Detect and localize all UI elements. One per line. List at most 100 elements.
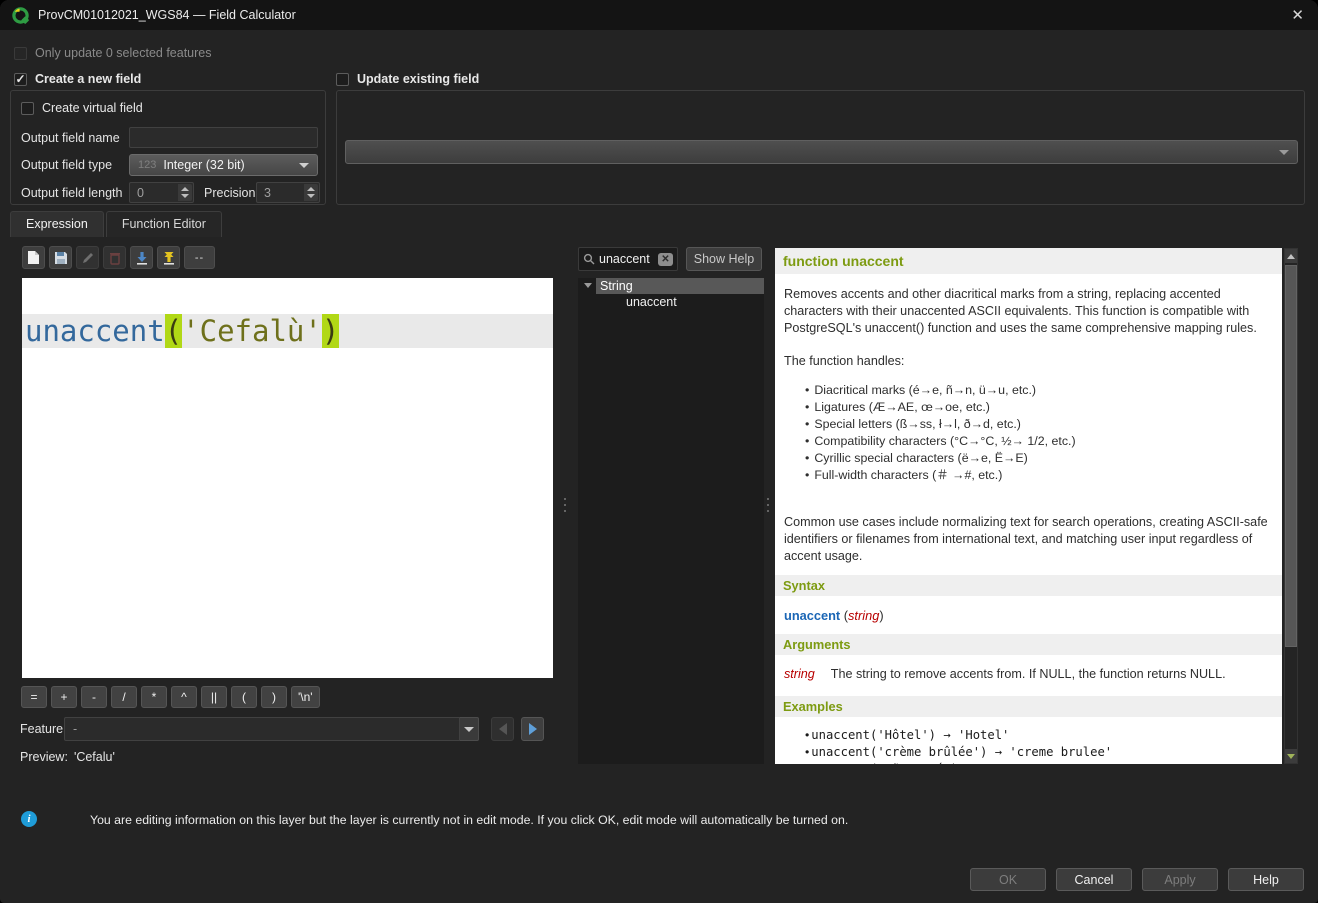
output-length-label: Output field length xyxy=(21,186,129,200)
search-icon xyxy=(583,253,595,265)
scroll-down-button[interactable] xyxy=(1285,749,1297,763)
function-group-string[interactable]: String xyxy=(578,278,764,294)
create-new-field-checkbox[interactable]: ✓ xyxy=(14,73,27,86)
create-new-field-label: Create a new field xyxy=(35,72,141,86)
update-existing-groupbox xyxy=(336,90,1305,205)
list-item: Special letters (ß→ss, ł→l, ð→d, etc.) xyxy=(805,416,1282,433)
spinner-arrows-icon[interactable] xyxy=(178,184,192,201)
update-existing-label: Update existing field xyxy=(357,72,479,86)
arrow-left-icon xyxy=(499,723,507,735)
scroll-up-button[interactable] xyxy=(1285,249,1297,263)
op-close-paren-button[interactable]: ) xyxy=(261,686,287,708)
op-divide-button[interactable]: / xyxy=(111,686,137,708)
delete-expression-button[interactable] xyxy=(103,246,126,269)
help-scrollbar[interactable] xyxy=(1284,248,1298,764)
feature-dropdown-button[interactable] xyxy=(460,717,479,741)
function-tree: String unaccent xyxy=(578,278,764,764)
op-concat-button[interactable]: || xyxy=(201,686,227,708)
precision-value: 3 xyxy=(264,186,271,200)
function-search-input[interactable]: unaccent ✕ xyxy=(578,247,678,271)
op-power-button[interactable]: ^ xyxy=(171,686,197,708)
save-expression-button[interactable] xyxy=(49,246,72,269)
create-virtual-row: Create virtual field xyxy=(21,101,143,115)
output-name-row: Output field name xyxy=(21,127,318,148)
clear-search-icon[interactable]: ✕ xyxy=(658,253,673,266)
list-item: Compatibility characters (°C→°C, ½→ 1/2,… xyxy=(805,433,1282,450)
edit-expression-button[interactable] xyxy=(76,246,99,269)
help-button[interactable]: Help xyxy=(1228,868,1304,891)
chevron-down-icon xyxy=(1279,150,1289,155)
spinner-arrows-icon[interactable] xyxy=(304,184,318,201)
output-type-row: Output field type 123 Integer (32 bit) xyxy=(21,154,318,176)
check-icon: ✓ xyxy=(15,74,25,84)
precision-spinner[interactable]: 3 xyxy=(256,182,320,203)
expression-code-line: unaccent('Cefalù') xyxy=(22,314,553,348)
close-icon[interactable]: ✕ xyxy=(1291,6,1304,24)
ok-button[interactable]: OK xyxy=(970,868,1046,891)
op-multiply-button[interactable]: * xyxy=(141,686,167,708)
tab-expression[interactable]: Expression xyxy=(10,211,104,237)
only-update-checkbox[interactable] xyxy=(14,47,27,60)
search-value: unaccent xyxy=(599,252,654,266)
create-new-field-row: ✓ Create a new field xyxy=(14,72,141,86)
trash-icon xyxy=(109,251,121,265)
op-plus-button[interactable]: + xyxy=(51,686,77,708)
next-feature-button[interactable] xyxy=(521,717,544,741)
arrow-right-icon xyxy=(529,723,537,735)
cancel-button[interactable]: Cancel xyxy=(1056,868,1132,891)
info-icon: i xyxy=(21,811,37,827)
help-paragraph: Removes accents and other diacritical ma… xyxy=(784,286,1273,337)
splitter-handle[interactable] xyxy=(765,492,770,518)
update-existing-row: Update existing field xyxy=(336,72,479,86)
dialog-buttons: OK Cancel Apply Help xyxy=(970,868,1304,891)
syntax-function: unaccent xyxy=(784,608,840,623)
new-file-icon xyxy=(27,250,40,265)
splitter-handle[interactable] xyxy=(562,492,567,518)
output-type-value: Integer (32 bit) xyxy=(163,158,244,172)
previous-feature-button[interactable] xyxy=(491,717,514,741)
syntax-header: Syntax xyxy=(775,575,1282,596)
create-virtual-checkbox[interactable] xyxy=(21,102,34,115)
arguments-header: Arguments xyxy=(775,634,1282,655)
op-minus-button[interactable]: - xyxy=(81,686,107,708)
help-paragraph: Common use cases include normalizing tex… xyxy=(784,514,1273,565)
operator-buttons: = + - / * ^ || ( ) '\n' xyxy=(21,686,320,708)
arrow-up-icon xyxy=(162,251,176,265)
output-type-label: Output field type xyxy=(21,158,129,172)
syntax-line: unaccent (string) xyxy=(784,608,1273,623)
expression-extra-button[interactable]: -- xyxy=(184,246,215,269)
op-open-paren-button[interactable]: ( xyxy=(231,686,257,708)
expression-toolbar: -- xyxy=(22,246,215,269)
output-type-combobox[interactable]: 123 Integer (32 bit) xyxy=(129,154,318,176)
op-newline-button[interactable]: '\n' xyxy=(291,686,320,708)
preview-row: Preview: 'Cefalu' xyxy=(20,750,115,764)
output-name-input[interactable] xyxy=(129,127,318,148)
function-item-unaccent[interactable]: unaccent xyxy=(578,294,764,310)
list-item: unaccent('crème brûlée') → 'creme brulee… xyxy=(805,744,1282,761)
existing-field-combobox[interactable] xyxy=(345,140,1298,164)
help-title: function unaccent xyxy=(775,248,1282,274)
examples-list: unaccent('Hôtel') → 'Hotel' unaccent('cr… xyxy=(805,727,1282,764)
new-expression-button[interactable] xyxy=(22,246,45,269)
feature-combobox[interactable]: - xyxy=(64,717,460,741)
show-help-button[interactable]: Show Help xyxy=(686,247,762,271)
list-item: Full-width characters (＃ →#, etc.) xyxy=(805,467,1282,484)
output-length-spinner[interactable]: 0 xyxy=(129,182,194,203)
list-item: unaccent('Hôtel') → 'Hotel' xyxy=(805,727,1282,744)
argument-name: string xyxy=(784,667,815,681)
export-expression-button[interactable] xyxy=(157,246,180,269)
update-existing-checkbox[interactable] xyxy=(336,73,349,86)
title-bar: ProvCM01012021_WGS84 — Field Calculator xyxy=(0,0,1318,30)
chevron-down-icon xyxy=(299,163,309,168)
expression-close-paren: ) xyxy=(322,314,339,348)
chevron-expanded-icon[interactable] xyxy=(584,283,592,288)
precision-label: Precision xyxy=(204,186,256,200)
list-item: Diacritical marks (é→e, ñ→n, ü→u, etc.) xyxy=(805,382,1282,399)
output-length-value: 0 xyxy=(137,186,144,200)
import-expression-button[interactable] xyxy=(130,246,153,269)
tab-function-editor[interactable]: Function Editor xyxy=(106,211,222,237)
apply-button[interactable]: Apply xyxy=(1142,868,1218,891)
scrollbar-thumb[interactable] xyxy=(1285,265,1297,647)
op-equals-button[interactable]: = xyxy=(21,686,47,708)
expression-editor[interactable]: unaccent('Cefalù') xyxy=(22,278,553,678)
